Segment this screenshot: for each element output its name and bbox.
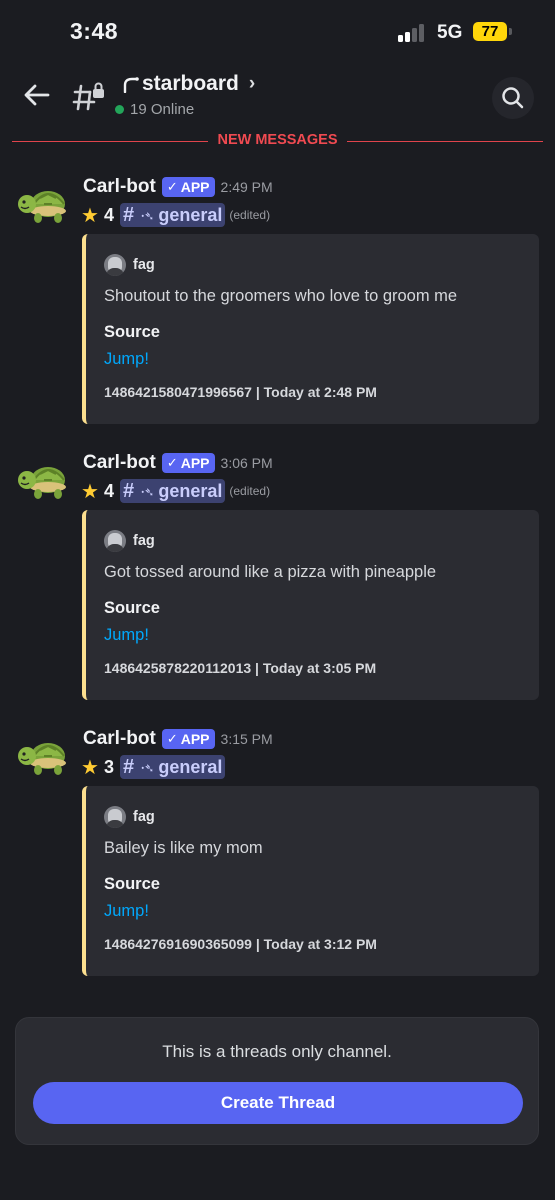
sparkle-deco-icon: ⸱➴ bbox=[141, 484, 155, 499]
edited-label: (edited) bbox=[229, 208, 271, 222]
back-arrow-icon bbox=[24, 84, 50, 106]
app-badge: ✓ APP bbox=[161, 729, 215, 749]
message-content: ★ 3 # ⸱➴ general bbox=[81, 754, 229, 780]
threads-only-notice: This is a threads only channel. bbox=[162, 1042, 392, 1061]
sparkle-deco-icon: ⸱➴ bbox=[141, 208, 155, 223]
message[interactable]: Carl-bot ✓ APP 3:06 PM ★ 4 # ⸱➴ general (ed… bbox=[0, 452, 555, 722]
message-header: Carl-bot ✓ APP 2:49 PM bbox=[83, 176, 273, 198]
online-text: 19 Online bbox=[130, 101, 195, 118]
star-count: 4 bbox=[103, 204, 114, 225]
embed-footer: 1486427691690365099 | Today at 3:12 PM bbox=[104, 936, 377, 952]
message-header: Carl-bot ✓ APP 3:15 PM bbox=[83, 728, 273, 750]
message[interactable]: Carl-bot ✓ APP 2:49 PM ★ 4 # ⸱➴ general (ed… bbox=[0, 176, 555, 446]
embed-footer: 1486425878220112013 | Today at 3:05 PM bbox=[104, 660, 377, 676]
jump-link[interactable]: Jump! bbox=[104, 902, 149, 921]
starboard-deco-icon bbox=[123, 77, 139, 93]
star-count: 4 bbox=[103, 480, 114, 501]
edited-label: (edited) bbox=[229, 484, 271, 498]
embed-author-avatar bbox=[104, 254, 126, 276]
channel-mention[interactable]: # ⸱➴ general bbox=[119, 203, 226, 227]
embed-field-name: Source bbox=[104, 323, 160, 341]
embed-description: Got tossed around like a pizza with pine… bbox=[104, 563, 437, 581]
timestamp: 3:06 PM bbox=[220, 455, 273, 471]
search-icon bbox=[502, 87, 524, 109]
embed-description: Shoutout to the groomers who love to gro… bbox=[104, 287, 458, 305]
star-count: 3 bbox=[103, 756, 114, 777]
turtle-avatar-icon[interactable] bbox=[14, 180, 70, 228]
embed-card: fag Got tossed around like a pizza with … bbox=[82, 510, 539, 700]
channel-mention-label: general bbox=[158, 480, 223, 501]
hash-icon: # bbox=[122, 479, 135, 502]
back-button[interactable] bbox=[22, 80, 52, 110]
channel-name: starboard bbox=[142, 72, 239, 95]
jump-link[interactable]: Jump! bbox=[104, 626, 149, 645]
channel-mention[interactable]: # ⸱➴ general bbox=[119, 755, 226, 779]
embed-author: fag bbox=[104, 254, 155, 276]
turtle-avatar-icon[interactable] bbox=[14, 732, 70, 780]
online-dot-icon bbox=[115, 105, 124, 114]
message-header: Carl-bot ✓ APP 3:06 PM bbox=[83, 452, 273, 474]
embed-card: fag Bailey is like my mom Source Jump! 1… bbox=[82, 786, 539, 976]
app-badge-label: APP bbox=[180, 731, 210, 747]
hash-icon: # bbox=[122, 203, 135, 226]
embed-author-name: fag bbox=[133, 809, 155, 825]
create-thread-button[interactable]: Create Thread bbox=[33, 1082, 523, 1124]
embed-card: fag Shoutout to the groomers who love to… bbox=[82, 234, 539, 424]
star-icon: ★ bbox=[81, 480, 99, 503]
hash-icon: # bbox=[122, 755, 135, 778]
embed-author-name: fag bbox=[133, 533, 155, 549]
embed-author-avatar bbox=[104, 806, 126, 828]
channel-title[interactable]: starboard › bbox=[122, 72, 255, 96]
threads-only-panel: This is a threads only channel. Create T… bbox=[15, 1017, 539, 1145]
channel-mention[interactable]: # ⸱➴ general bbox=[119, 479, 226, 503]
signal-strength-icon bbox=[398, 22, 428, 42]
status-time: 3:48 bbox=[70, 18, 119, 44]
embed-footer: 1486421580471996567 | Today at 2:48 PM bbox=[104, 384, 377, 400]
locked-thread-channel-icon bbox=[72, 80, 106, 112]
sparkle-deco-icon: ⸱➴ bbox=[141, 760, 155, 775]
checkmark-icon: ✓ bbox=[166, 455, 178, 470]
battery-indicator: 77 bbox=[473, 22, 507, 41]
embed-author-avatar bbox=[104, 530, 126, 552]
embed-author-name: fag bbox=[133, 257, 155, 273]
channel-header: starboard › 19 Online bbox=[0, 66, 555, 130]
new-messages-label: NEW MESSAGES bbox=[217, 132, 338, 148]
message-content: ★ 4 # ⸱➴ general (edited) bbox=[81, 478, 270, 504]
channel-mention-label: general bbox=[158, 204, 223, 225]
network-type: 5G bbox=[437, 22, 463, 43]
embed-field-name: Source bbox=[104, 875, 160, 893]
app-badge-label: APP bbox=[180, 455, 210, 471]
checkmark-icon: ✓ bbox=[166, 731, 178, 746]
app-badge: ✓ APP bbox=[161, 453, 215, 473]
message-content: ★ 4 # ⸱➴ general (edited) bbox=[81, 202, 270, 228]
embed-field-name: Source bbox=[104, 599, 160, 617]
message[interactable]: Carl-bot ✓ APP 3:15 PM ★ 3 # ⸱➴ general fag… bbox=[0, 728, 555, 998]
new-messages-divider: NEW MESSAGES bbox=[12, 132, 543, 150]
star-icon: ★ bbox=[81, 756, 99, 779]
author-name[interactable]: Carl-bot bbox=[83, 452, 156, 474]
online-count: 19 Online bbox=[115, 101, 194, 118]
app-badge-label: APP bbox=[180, 179, 210, 195]
channel-mention-label: general bbox=[158, 756, 223, 777]
author-name[interactable]: Carl-bot bbox=[83, 176, 156, 198]
app-badge: ✓ APP bbox=[161, 177, 215, 197]
star-icon: ★ bbox=[81, 204, 99, 227]
author-name[interactable]: Carl-bot bbox=[83, 728, 156, 750]
turtle-avatar-icon[interactable] bbox=[14, 456, 70, 504]
embed-description: Bailey is like my mom bbox=[104, 839, 263, 857]
search-button[interactable] bbox=[492, 77, 534, 119]
timestamp: 2:49 PM bbox=[220, 179, 273, 195]
battery-tip bbox=[509, 28, 512, 35]
embed-author: fag bbox=[104, 806, 155, 828]
embed-author: fag bbox=[104, 530, 155, 552]
timestamp: 3:15 PM bbox=[220, 731, 273, 747]
chevron-right-icon: › bbox=[248, 73, 256, 94]
jump-link[interactable]: Jump! bbox=[104, 350, 149, 369]
checkmark-icon: ✓ bbox=[166, 179, 178, 194]
status-bar: 3:48 5G 77 bbox=[0, 0, 555, 66]
